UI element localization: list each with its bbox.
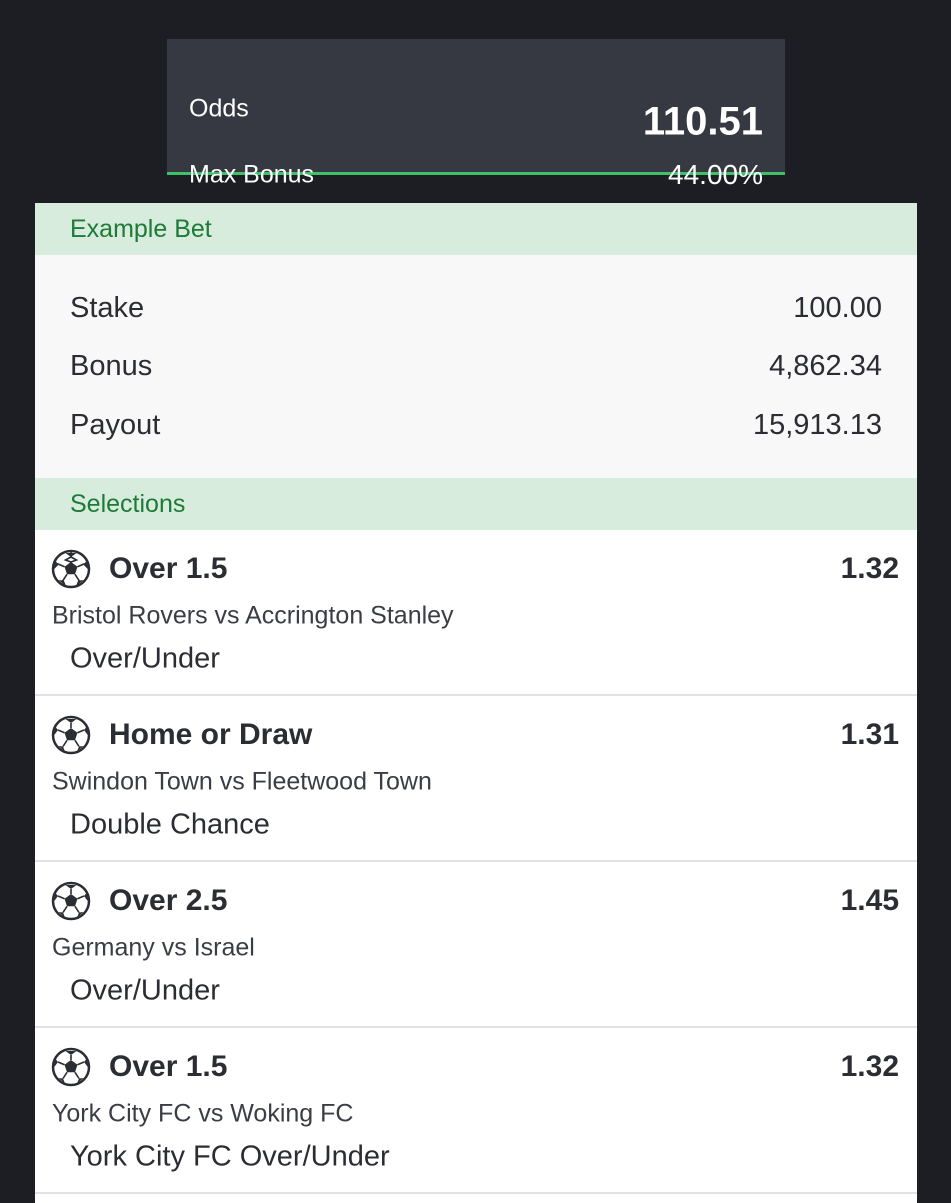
selection-market: Over/Under [70, 642, 220, 675]
selection-item[interactable]: Home or Draw 1.31 Swindon Town vs Fleetw… [35, 696, 917, 862]
odds-label: Odds [189, 94, 249, 123]
odds-summary-panel: Odds 110.51 Max Bonus 44.00% [167, 39, 785, 190]
max-bonus-value: 44.00% [668, 159, 763, 190]
selection-item[interactable]: Over 2.5 1.45 Germany vs Israel Over/Und… [35, 862, 917, 1028]
soccer-ball-icon [51, 1047, 91, 1087]
selection-market: Over/Under [70, 974, 220, 1007]
selection-odds: 1.31 [840, 718, 899, 751]
bet-details-card: Example Bet Stake 100.00 Bonus 4,862.34 … [35, 203, 917, 1203]
selection-market: Double Chance [70, 808, 270, 841]
selection-market: York City FC Over/Under [70, 1140, 390, 1173]
selection-odds: 1.32 [840, 552, 899, 585]
selection-pick: Over 1.5 [109, 1050, 228, 1083]
payout-row: Payout 15,913.13 [70, 405, 882, 445]
selection-item[interactable]: Over 1.5 1.32 York City FC vs Woking FC … [35, 1028, 917, 1194]
example-bet-body: Stake 100.00 Bonus 4,862.34 Payout 15,91… [35, 255, 917, 478]
bonus-value: 4,862.34 [769, 350, 882, 382]
selection-odds: 1.45 [840, 884, 899, 917]
selection-pick: Over 2.5 [109, 884, 228, 917]
bonus-label: Bonus [70, 350, 153, 382]
selection-item[interactable]: Over 1.5 1.32 Bristol Rovers vs Accringt… [35, 530, 917, 696]
stake-label: Stake [70, 292, 145, 324]
bonus-row: Bonus 4,862.34 [70, 346, 882, 386]
soccer-ball-icon [51, 881, 91, 921]
selections-header: Selections [35, 478, 917, 530]
max-bonus-label: Max Bonus [189, 160, 315, 189]
example-bet-header: Example Bet [35, 203, 917, 255]
selection-match: York City FC vs Woking FC [52, 1099, 354, 1128]
selection-match: Bristol Rovers vs Accrington Stanley [52, 601, 454, 630]
selection-pick: Home or Draw [109, 718, 313, 751]
stake-row: Stake 100.00 [70, 288, 882, 328]
odds-value: 110.51 [642, 99, 763, 144]
payout-value: 15,913.13 [752, 409, 882, 441]
selection-match: Swindon Town vs Fleetwood Town [52, 767, 432, 796]
selection-odds: 1.32 [840, 1050, 899, 1083]
selection-pick: Over 1.5 [109, 552, 228, 585]
soccer-ball-icon [51, 549, 91, 589]
stake-value: 100.00 [793, 292, 882, 324]
selection-match: Germany vs Israel [52, 933, 255, 962]
soccer-ball-icon [51, 715, 91, 755]
payout-label: Payout [70, 409, 161, 441]
